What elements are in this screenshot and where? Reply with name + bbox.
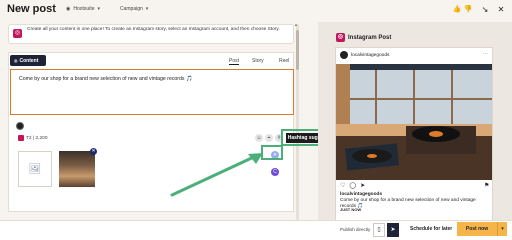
publish-label: Publish directly (340, 227, 371, 232)
image-icon: 🖼 (28, 163, 42, 175)
preview-actions: ♡ ◯ ➤ (340, 182, 365, 189)
media-thumbnail[interactable] (59, 151, 95, 187)
info-text: Create all your content in one place! To… (27, 27, 280, 32)
emoji-icon[interactable]: ☺ (255, 134, 263, 142)
phone-icon[interactable]: ▯ (373, 223, 385, 237)
avatar (16, 122, 24, 130)
instagram-icon: ◎ (14, 58, 18, 63)
preview-time: JUST NOW (340, 207, 362, 212)
char-count-text: T2 | 2,200 (26, 135, 48, 141)
pointer-arrow (170, 153, 263, 197)
preview-image (336, 64, 492, 180)
send-icon[interactable]: ➤ (387, 223, 399, 237)
org-icon: ◉ (66, 6, 71, 12)
location-icon[interactable]: ⌖ (265, 134, 273, 142)
more-icon[interactable]: ⋯ (483, 51, 488, 57)
preview-title: Instagram Post (348, 34, 392, 41)
comment-icon[interactable]: ◯ (349, 182, 356, 189)
caption-username: localvintagegoods (340, 192, 383, 197)
minimize-icon[interactable]: ↘ (478, 3, 492, 17)
preview-username: localvintagegoods (351, 53, 390, 58)
page-title: New post (7, 3, 56, 15)
remove-media-icon[interactable]: ✕ (90, 148, 97, 155)
thumbs-up-icon[interactable]: 👍 (452, 5, 462, 15)
thumbs-down-icon[interactable]: 👎 (463, 5, 473, 15)
scrollbar-thumb[interactable] (296, 30, 299, 70)
preview-header: ◎ Instagram Post (336, 33, 391, 42)
tab-story[interactable]: Story (252, 58, 264, 64)
chevron-down-icon[interactable]: ▾ (497, 222, 507, 236)
chevron-down-icon: ▾ (145, 6, 149, 12)
campaign-dropdown[interactable]: Campaign ▾ (120, 6, 148, 12)
tab-post[interactable]: Post (229, 58, 240, 65)
char-count: T2 | 2,200 (18, 135, 48, 141)
campaign-label: Campaign (120, 6, 143, 12)
tab-reel[interactable]: Reel (279, 58, 289, 64)
heart-icon[interactable]: ♡ (340, 182, 345, 189)
post-text-input[interactable]: Come by our shop for a brand new selecti… (10, 69, 294, 115)
post-now-button[interactable]: Post now (457, 222, 497, 236)
org-label: Hootsuite (73, 6, 95, 12)
record-player-photo (336, 64, 492, 180)
ai-compose-icon[interactable]: C (271, 168, 279, 176)
scroll-up-icon[interactable]: ▲ (294, 22, 298, 27)
schedule-button[interactable]: Schedule for later (410, 226, 452, 232)
close-icon[interactable]: ✕ (494, 3, 508, 17)
bookmark-icon[interactable]: ⚑ (484, 182, 489, 189)
share-icon[interactable]: ➤ (360, 182, 365, 189)
content-tab[interactable]: ◎ Content (10, 55, 46, 66)
preview-caption: localvintagegoods Come by our shop for a… (340, 192, 490, 210)
avatar (340, 51, 348, 59)
add-media-button[interactable]: 🖼 (18, 151, 52, 187)
chevron-down-icon: ▾ (97, 6, 101, 12)
instagram-icon (18, 135, 24, 141)
org-dropdown[interactable]: ◉ Hootsuite ▾ (66, 6, 100, 12)
content-tab-label: Content (19, 57, 39, 64)
instagram-icon: ◎ (13, 29, 22, 38)
instagram-icon: ◎ (336, 33, 345, 42)
